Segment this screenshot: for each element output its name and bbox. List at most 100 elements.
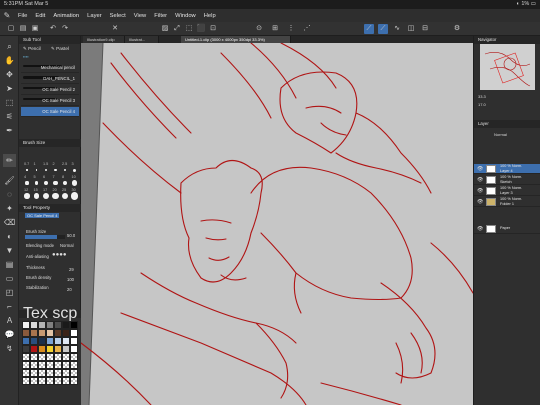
layer-row-selected[interactable]: 👁 100 % Norm. Layer 4 [474, 164, 540, 174]
color-swatch[interactable] [62, 329, 70, 337]
color-swatch[interactable] [22, 361, 30, 369]
doc-tab[interactable]: Illustration9.clip [83, 36, 125, 43]
canvas-area[interactable]: Illustration9.clip Illustrat... Untitled… [81, 36, 473, 405]
brush-size-slider[interactable] [25, 235, 65, 239]
color-swatch[interactable] [38, 329, 46, 337]
figure-tool-icon[interactable]: ▭ [3, 272, 16, 285]
color-swatch[interactable] [38, 353, 46, 361]
color-swatch[interactable] [46, 337, 54, 345]
color-swatch[interactable] [30, 329, 38, 337]
new-icon[interactable]: ▢ [6, 24, 16, 34]
undo-icon[interactable]: ↶ [48, 24, 58, 34]
clear-icon[interactable]: ✕ [110, 24, 120, 34]
brush-size-dot[interactable] [71, 180, 78, 186]
color-swatch[interactable] [30, 369, 38, 377]
color-swatch[interactable] [70, 321, 78, 329]
brush-size-dot[interactable] [43, 180, 49, 186]
transform-icon[interactable]: ⤢ [172, 24, 182, 34]
menu-layer[interactable]: Layer [83, 13, 106, 19]
eye-icon[interactable]: 👁 [477, 188, 483, 194]
line-snap-icon[interactable]: ⟋ [378, 24, 388, 34]
hand-tool-icon[interactable]: ✋ [3, 54, 16, 67]
color-swatch[interactable] [46, 329, 54, 337]
move-tool-icon[interactable]: ✥ [3, 68, 16, 81]
color-swatch[interactable] [38, 361, 46, 369]
color-swatch[interactable] [30, 321, 38, 329]
color-swatch[interactable] [62, 345, 70, 353]
eye-icon[interactable]: 👁 [477, 226, 483, 232]
snap-icon[interactable]: ⊙ [254, 24, 264, 34]
color-swatch[interactable] [70, 361, 78, 369]
color-swatch[interactable] [54, 345, 62, 353]
brush-size-dot[interactable] [42, 192, 50, 200]
color-swatch[interactable] [46, 369, 54, 377]
open-icon[interactable]: ▤ [18, 24, 28, 34]
eye-icon[interactable]: 👁 [477, 177, 483, 183]
fill-snap-icon[interactable]: ◫ [406, 24, 416, 34]
brush-size-dot[interactable] [73, 168, 76, 172]
sub-tool-item-selected[interactable]: OC Sale Pencil 4 [21, 107, 79, 117]
fill-icon[interactable]: ▨ [160, 24, 170, 34]
curve-icon[interactable]: ∿ [392, 24, 402, 34]
color-swatch[interactable] [62, 321, 70, 329]
menu-select[interactable]: Select [106, 13, 130, 19]
color-swatch[interactable] [62, 361, 70, 369]
color-swatch[interactable] [54, 361, 62, 369]
brush-size-dot[interactable] [62, 180, 68, 186]
color-swatch[interactable] [22, 337, 30, 345]
color-swatch[interactable] [38, 377, 46, 385]
color-swatch[interactable] [62, 337, 70, 345]
color-swatch[interactable] [46, 353, 54, 361]
color-swatch[interactable] [54, 337, 62, 345]
operation-tool-icon[interactable]: ➤ [3, 82, 16, 95]
angle-value[interactable]: 17.0 [478, 102, 486, 107]
blend-tool-icon[interactable]: ◐ [3, 230, 16, 243]
color-swatch[interactable] [70, 345, 78, 353]
brush-size-dot[interactable] [24, 193, 30, 199]
color-swatch[interactable] [38, 321, 46, 329]
doc-tab-active[interactable]: Untitled-1.clip (3000 x 4000px 350dpi 33… [181, 36, 291, 43]
menu-animation[interactable]: Animation [49, 13, 83, 19]
color-swatch[interactable] [46, 377, 54, 385]
color-swatch[interactable] [70, 377, 78, 385]
sub-tool-item[interactable]: Mechanical pencil [21, 63, 79, 73]
ruler-tool-icon[interactable]: ⌐ [3, 300, 16, 313]
menu-edit[interactable]: Edit [31, 13, 49, 19]
ruler-icon[interactable]: ⊞ [270, 24, 280, 34]
color-swatch[interactable] [30, 361, 38, 369]
sub-tool-item[interactable]: OC Sale Pencil 3 [21, 96, 79, 106]
gradient-tool-icon[interactable]: ▤ [3, 258, 16, 271]
brush-size-dot[interactable] [52, 192, 59, 200]
color-swatch[interactable] [30, 353, 38, 361]
frame-tool-icon[interactable]: ◰ [3, 286, 16, 299]
brush-size-dot[interactable] [63, 168, 67, 172]
color-swatch[interactable] [22, 377, 30, 385]
deselect-icon[interactable]: ⬚ [184, 24, 194, 34]
save-icon[interactable]: ▣ [30, 24, 40, 34]
color-swatch[interactable] [38, 369, 46, 377]
fill-tool-icon[interactable]: ▼ [3, 244, 16, 257]
color-swatch[interactable] [30, 377, 38, 385]
color-swatch[interactable] [22, 353, 30, 361]
brush-size-dot[interactable] [70, 192, 79, 200]
eye-icon[interactable]: 👁 [477, 199, 483, 205]
color-swatch[interactable] [30, 345, 38, 353]
text-snap-icon[interactable]: ⊟ [420, 24, 430, 34]
decoration-tool-icon[interactable]: ✦ [3, 202, 16, 215]
color-swatch[interactable] [54, 321, 62, 329]
blend-mode-select[interactable]: Normal [494, 132, 507, 137]
menu-help[interactable]: Help [200, 13, 220, 19]
color-swatch[interactable] [46, 321, 54, 329]
pencil-tool-icon[interactable]: ✏ [3, 154, 16, 167]
menu-file[interactable]: File [14, 13, 31, 19]
brush-tool-icon[interactable]: 🖌 [3, 174, 16, 187]
doc-tab[interactable]: Illustrat... [125, 36, 159, 43]
grid-icon[interactable]: ⋮ [286, 24, 296, 34]
selection-tool-icon[interactable]: ⬚ [3, 96, 16, 109]
brush-size-dot[interactable] [54, 168, 57, 172]
color-swatch[interactable] [54, 353, 62, 361]
color-swatch[interactable] [38, 345, 46, 353]
zoom-tool-icon[interactable]: ⌕ [3, 40, 16, 53]
correct-line-tool-icon[interactable]: ↯ [3, 342, 16, 355]
layer-row[interactable]: 👁 100 % Norm. Layer 3 [474, 186, 540, 196]
